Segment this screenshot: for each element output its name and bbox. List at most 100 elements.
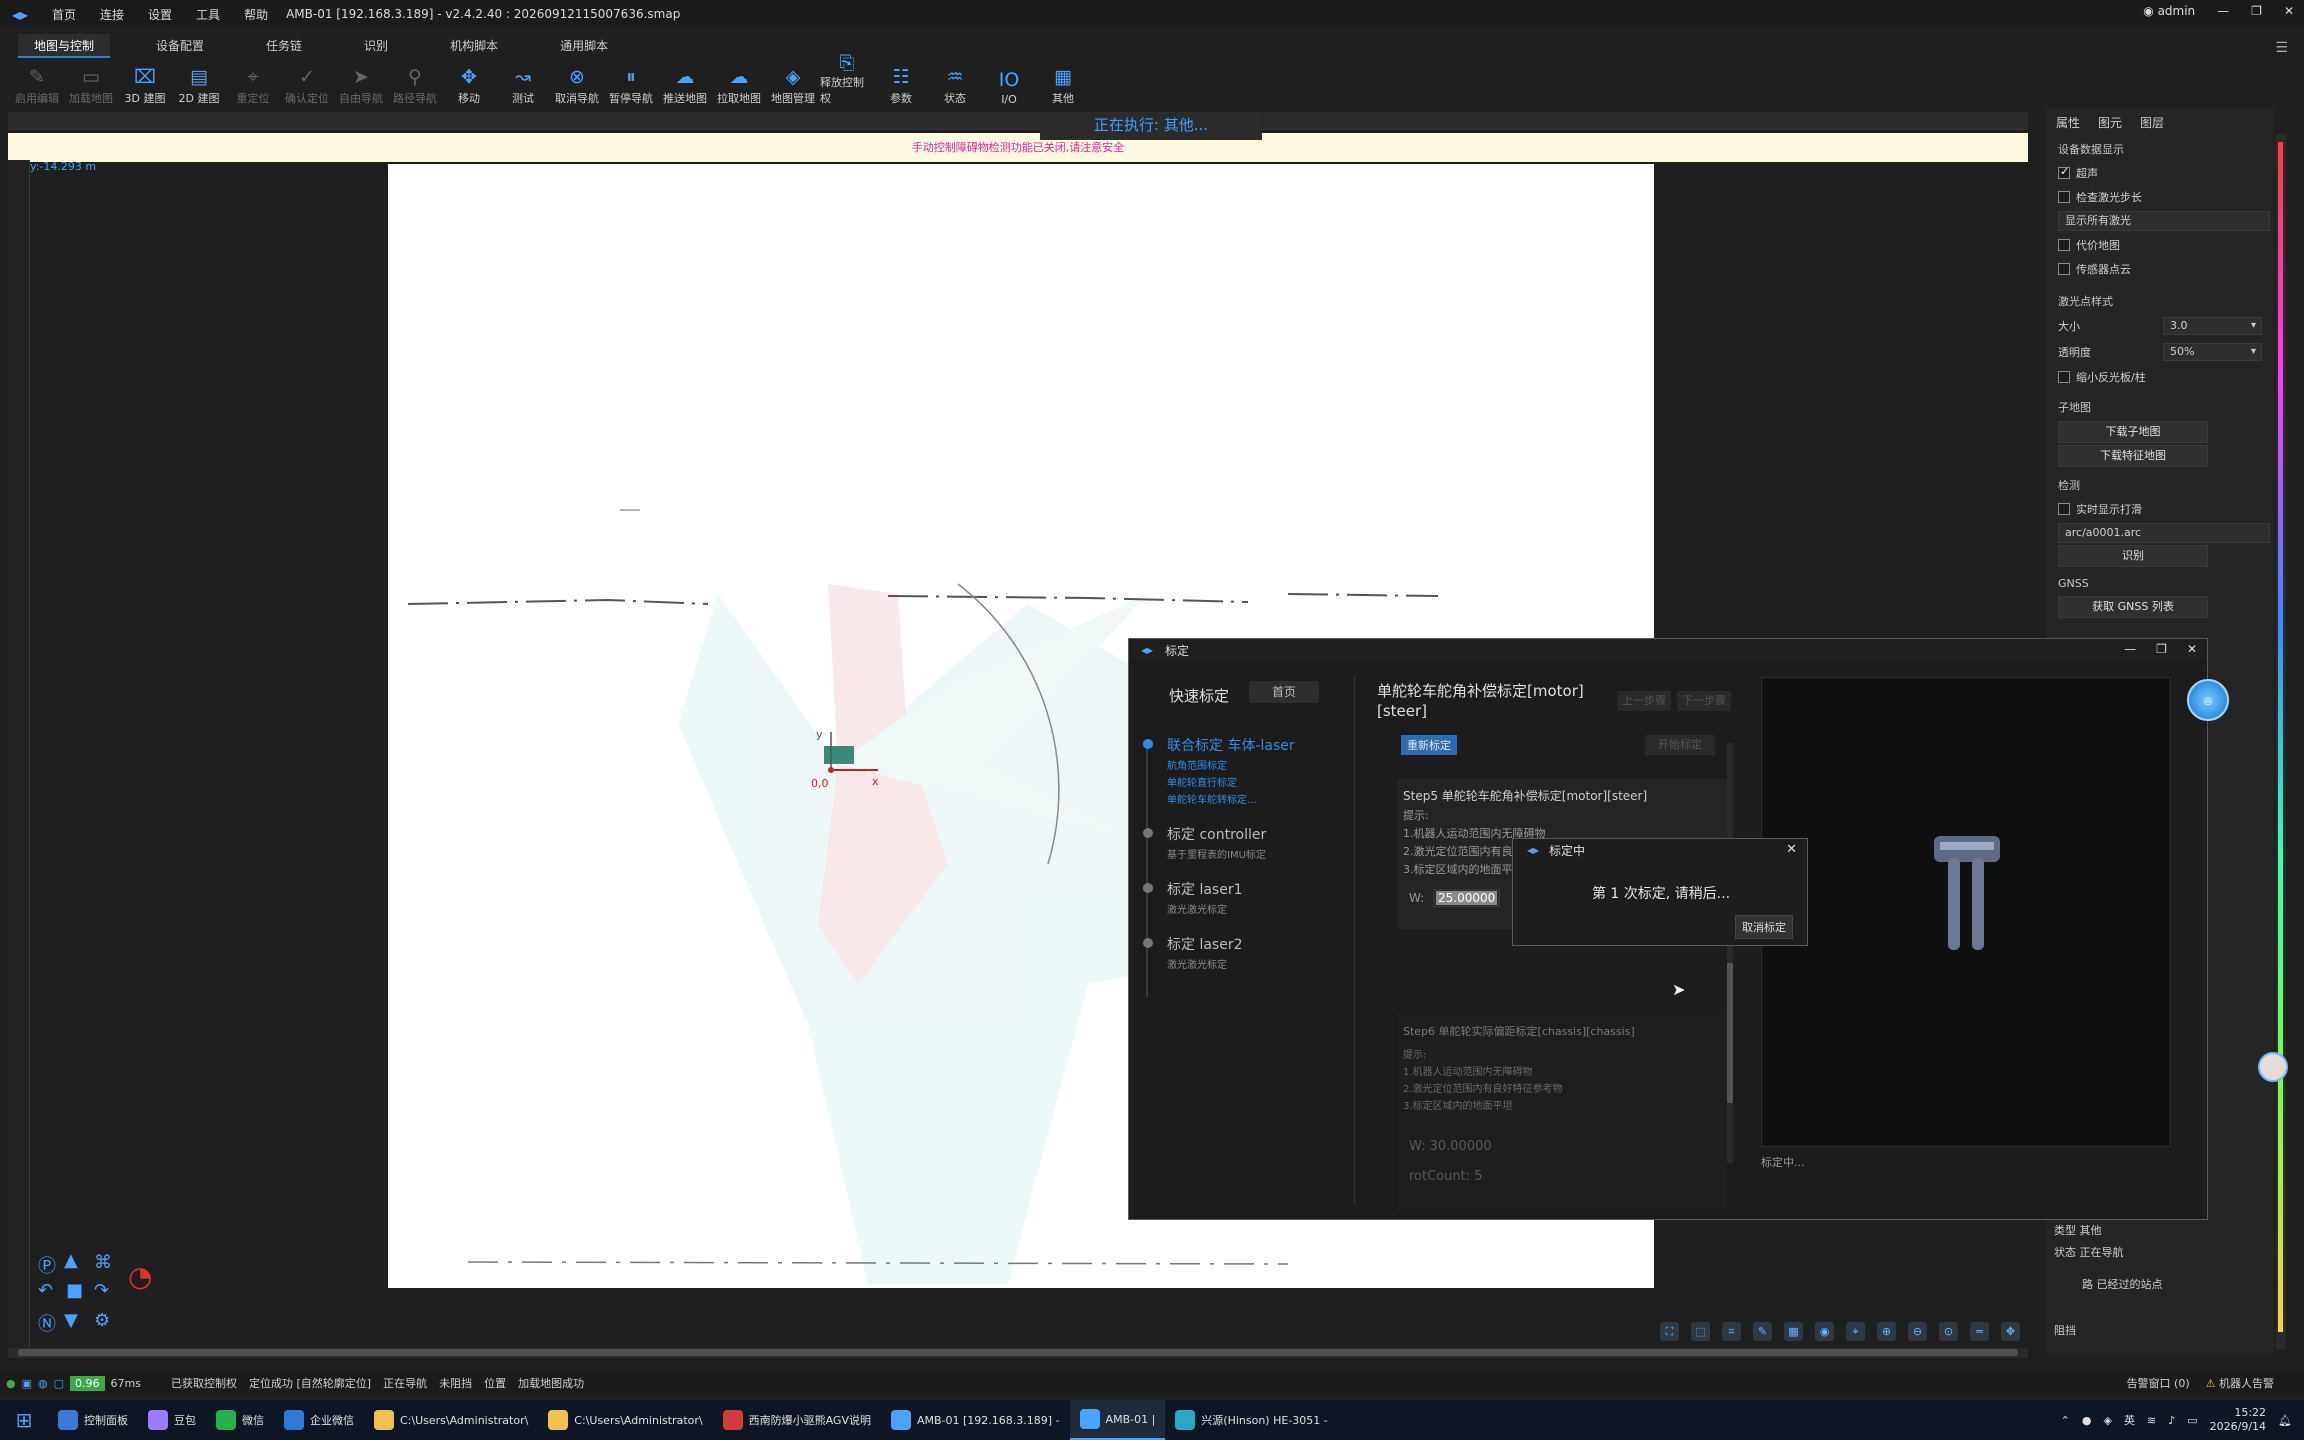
user-icon[interactable]: ◉ admin — [2143, 4, 2195, 18]
opt-sensor-cloud[interactable]: 传感器点云 — [2046, 257, 2274, 281]
opt-laser-step[interactable]: 检查激光步长 — [2046, 185, 2274, 209]
start-icon[interactable]: ⊞ — [0, 1408, 48, 1432]
notification-icon[interactable]: 🔔︎ — [2278, 1414, 2292, 1427]
toolbar-button-10[interactable]: ⊗ 取消导航 — [550, 60, 604, 106]
show-all-laser-field[interactable]: 显示所有激光 — [2058, 211, 2270, 231]
wifi-icon[interactable]: ≋ — [2147, 1414, 2156, 1427]
toolbar-button-14[interactable]: ◈ 地图管理 — [766, 60, 820, 106]
home-button[interactable]: 首页 — [1249, 681, 1319, 703]
minimize-icon[interactable]: — — [2217, 4, 2229, 18]
w-input[interactable]: 25.00000 — [1433, 889, 1501, 907]
download-submap-button[interactable]: 下载子地图 — [2058, 421, 2208, 443]
cost-map-checkbox[interactable] — [2058, 239, 2070, 251]
toolbar-button-9[interactable]: ↝ 测试 — [496, 60, 550, 106]
pan-icon[interactable]: ✥ — [2001, 1322, 2020, 1341]
reflector-checkbox[interactable] — [2058, 371, 2070, 383]
fit-view-icon[interactable]: ⛶ — [1660, 1322, 1679, 1341]
sensor-cloud-checkbox[interactable] — [2058, 263, 2070, 275]
ruler-icon[interactable]: ═ — [1970, 1322, 1989, 1341]
toolbar-button-17[interactable]: ♒︎ 状态 — [928, 60, 982, 106]
select-icon[interactable]: ⬚ — [1691, 1322, 1710, 1341]
right-scrollbar[interactable] — [2276, 134, 2286, 1349]
mic-icon[interactable]: ● — [2082, 1414, 2092, 1427]
calib-scrollbar[interactable] — [1727, 743, 1733, 1163]
assistant-avatar[interactable] — [2258, 1052, 2288, 1082]
taskbar-item-3[interactable]: 企业微信 — [274, 1400, 364, 1440]
arrow-up-icon[interactable]: ▲ — [64, 1250, 78, 1271]
tab-mechanism-script[interactable]: 机构脚本 — [434, 34, 514, 58]
tray-expand-icon[interactable]: ⌃ — [2061, 1414, 2070, 1427]
taskbar-item-2[interactable]: 微信 — [206, 1400, 274, 1440]
menu-help[interactable]: 帮助 — [232, 6, 280, 23]
toolbar-button-2[interactable]: ⌧ 3D 建图 — [118, 60, 172, 106]
menu-tools[interactable]: 工具 — [184, 6, 232, 23]
stop-icon[interactable]: ■ — [66, 1280, 83, 1301]
recognize-button[interactable]: 识别 — [2058, 545, 2208, 567]
volume-icon[interactable]: ♪ — [2168, 1414, 2175, 1427]
rotate-right-icon[interactable]: ↷ — [94, 1280, 109, 1301]
tab-recognition[interactable]: 识别 — [348, 34, 404, 58]
n-mode-icon[interactable]: Ⓝ — [38, 1310, 56, 1336]
taskbar-item-8[interactable]: AMB-01 | — [1069, 1400, 1166, 1440]
eye-icon[interactable]: ◉ — [1815, 1322, 1834, 1341]
menu-connect[interactable]: 连接 — [88, 6, 136, 23]
taskbar-item-4[interactable]: C:\Users\Administrator\ — [364, 1400, 538, 1440]
settings-gear-icon[interactable]: ⚙ — [94, 1310, 110, 1331]
tab-map-control[interactable]: 地图与控制 — [18, 34, 111, 58]
size-select[interactable]: 3.0 — [2162, 317, 2262, 335]
recalibrate-button[interactable]: 重新标定 — [1401, 735, 1457, 755]
tab-layers[interactable]: 图层 — [2140, 114, 2164, 131]
settings-sliders-icon[interactable]: ☰ — [2275, 40, 2288, 56]
toolbar-button-11[interactable]: ⏸︎ 暂停导航 — [604, 60, 658, 106]
toolbar-button-1[interactable]: ▭ 加载地图 — [64, 60, 118, 106]
rotate-left-icon[interactable]: ↶ — [38, 1280, 53, 1301]
laser-step-checkbox[interactable] — [2058, 191, 2070, 203]
robot-alarm-button[interactable]: ⚠ 机器人告警 — [2206, 1375, 2274, 1391]
calib-step-2[interactable]: 标定 laser1 激光激光标定 — [1143, 879, 1343, 916]
realtime-checkbox[interactable] — [2058, 503, 2070, 515]
edit-icon[interactable]: ✎ — [1753, 1322, 1772, 1341]
p-mode-icon[interactable]: Ⓟ — [38, 1252, 56, 1278]
zoom-fit-icon[interactable]: ⊙ — [1939, 1322, 1958, 1341]
toolbar-button-6[interactable]: ➤ 自由导航 — [334, 60, 388, 106]
taskbar-item-9[interactable]: 兴源(Hinson) HE-3051 - — [1165, 1400, 1337, 1440]
horizontal-scrollbar[interactable] — [8, 1348, 2028, 1358]
taskbar-item-6[interactable]: 西南防爆小驱熊AGV说明 — [713, 1400, 881, 1440]
alarm-window-button[interactable]: 告警窗口 (0) — [2127, 1375, 2190, 1391]
grid-icon[interactable]: ▦ — [1784, 1322, 1803, 1341]
download-feature-map-button[interactable]: 下载特征地图 — [2058, 445, 2208, 467]
toolbar-button-18[interactable]: IO I/O — [982, 60, 1036, 106]
start-calib-button[interactable]: 开始标定 — [1645, 735, 1715, 755]
arrow-down-icon[interactable]: ▼ — [64, 1310, 78, 1331]
opt-ultrasonic[interactable]: 超声 — [2046, 161, 2274, 185]
taskbar-item-5[interactable]: C:\Users\Administrator\ — [538, 1400, 712, 1440]
taskbar-item-0[interactable]: 控制面板 — [48, 1400, 138, 1440]
toolbar-button-15[interactable]: ⎘ 释放控制权 — [820, 52, 874, 106]
dialog-close-icon[interactable]: ✕ — [2187, 642, 2197, 656]
toolbar-button-4[interactable]: ⌖ 重定位 — [226, 60, 280, 106]
opt-realtime[interactable]: 实时显示打滑 — [2046, 497, 2274, 521]
clock[interactable]: 15:22 2026/9/14 — [2210, 1406, 2266, 1434]
toolbar-button-16[interactable]: ☷ 参数 — [874, 60, 928, 106]
menu-settings[interactable]: 设置 — [136, 6, 184, 23]
calib-step-0[interactable]: 联合标定 车体-laser 航角范围标定 单舵轮直行标定 单舵轮车舵转标定... — [1143, 735, 1343, 806]
gamepad-icon[interactable]: ⌘ — [94, 1252, 112, 1273]
opt-cost-map[interactable]: 代价地图 — [2046, 233, 2274, 257]
floating-assistant-icon[interactable]: ◎ — [2187, 679, 2229, 721]
tab-task-chain[interactable]: 任务链 — [250, 34, 318, 58]
zoom-out-icon[interactable]: ⊖ — [1908, 1322, 1927, 1341]
crop-icon[interactable]: ⌗ — [1722, 1322, 1741, 1341]
taskbar-item-7[interactable]: AMB-01 [192.168.3.189] - — [881, 1400, 1070, 1440]
tab-elements[interactable]: 图元 — [2098, 114, 2122, 131]
gnss-list-button[interactable]: 获取 GNSS 列表 — [2058, 596, 2208, 618]
ultrasonic-checkbox[interactable] — [2058, 165, 2070, 179]
dialog-maximize-icon[interactable]: ❐ — [2156, 642, 2167, 656]
arc-file-field[interactable]: arc/a0001.arc — [2058, 523, 2270, 543]
zoom-in-icon[interactable]: ⊕ — [1877, 1322, 1896, 1341]
calib-step-1[interactable]: 标定 controller 基于里程表的IMU标定 — [1143, 824, 1343, 861]
next-step-button[interactable]: 下一步骤 — [1677, 691, 1731, 711]
battery-icon[interactable]: ▭ — [2187, 1414, 2197, 1427]
calib-step-3[interactable]: 标定 laser2 激光激光标定 — [1143, 934, 1343, 971]
tab-general-script[interactable]: 通用脚本 — [544, 34, 624, 58]
ime-indicator[interactable]: 英 — [2124, 1412, 2135, 1428]
